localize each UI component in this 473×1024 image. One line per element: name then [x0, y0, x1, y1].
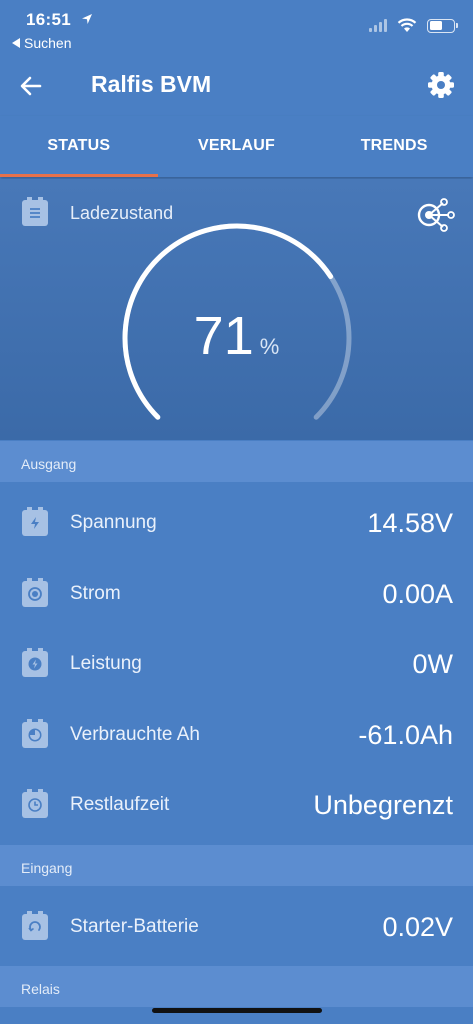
row-label: Verbrauchte Ah — [70, 724, 200, 745]
row-label: Strom — [70, 583, 121, 604]
back-triangle-icon — [12, 38, 20, 48]
clock-icon — [22, 789, 48, 818]
battery-icon — [427, 18, 458, 33]
status-icons — [369, 18, 458, 33]
cellular-signal-icon — [369, 19, 387, 32]
gauge-readout: 71% — [0, 305, 473, 367]
home-indicator[interactable] — [152, 1008, 322, 1013]
state-of-charge-panel: Ladezustand 71% — [0, 179, 473, 440]
list-item-starter-batterie[interactable]: Starter-Batterie 0.02V — [0, 892, 473, 962]
location-arrow-icon — [82, 14, 92, 24]
list-item-restlaufzeit[interactable]: Restlaufzeit Unbegrenzt — [0, 770, 473, 840]
row-label: Leistung — [70, 653, 142, 674]
battery-list-icon — [22, 197, 48, 226]
tab-status[interactable]: STATUS — [0, 116, 158, 177]
back-to-app-link[interactable]: Suchen — [12, 35, 71, 51]
row-label: Spannung — [70, 512, 157, 533]
page-title: Ralfis BVM — [91, 71, 212, 97]
section-header-eingang: Eingang — [0, 845, 473, 886]
starter-battery-icon — [22, 911, 48, 940]
list-item-verbrauchte-ah[interactable]: Verbrauchte Ah -61.0Ah — [0, 700, 473, 770]
gauge-value: 71 — [193, 306, 254, 366]
current-icon — [22, 578, 48, 607]
status-time: 16:51 — [26, 10, 71, 29]
app-bar: Ralfis BVM — [0, 56, 473, 116]
consumed-ah-icon — [22, 719, 48, 748]
wifi-icon — [397, 18, 417, 32]
row-value: 14.58V — [367, 507, 453, 538]
row-value: 0W — [412, 648, 454, 679]
settings-gear-icon[interactable] — [427, 71, 455, 99]
row-value: 0.00A — [382, 578, 453, 609]
tab-bar: STATUS VERLAUF TRENDS — [0, 116, 473, 177]
row-value: -61.0Ah — [358, 719, 453, 750]
gauge-label: Ladezustand — [70, 202, 174, 223]
row-value: Unbegrenzt — [313, 789, 453, 820]
gauge-unit: % — [259, 334, 280, 359]
tab-verlauf[interactable]: VERLAUF — [158, 116, 316, 177]
row-label: Restlaufzeit — [70, 794, 170, 815]
section-header-relais: Relais — [0, 966, 473, 1007]
back-app-label: Suchen — [24, 35, 72, 51]
list-item-leistung[interactable]: Leistung 0W — [0, 629, 473, 699]
row-label: Starter-Batterie — [70, 916, 199, 937]
status-bar: 16:51 Suchen — [0, 0, 473, 56]
row-value: 0.02V — [382, 911, 453, 942]
tab-trends[interactable]: TRENDS — [315, 116, 473, 177]
list-item-strom[interactable]: Strom 0.00A — [0, 559, 473, 629]
bolt-icon — [22, 507, 48, 536]
section-header-ausgang: Ausgang — [0, 441, 473, 482]
network-connect-icon[interactable] — [415, 197, 457, 233]
back-arrow-icon[interactable] — [18, 73, 44, 99]
list-item-spannung[interactable]: Spannung 14.58V — [0, 488, 473, 558]
power-icon — [22, 648, 48, 677]
